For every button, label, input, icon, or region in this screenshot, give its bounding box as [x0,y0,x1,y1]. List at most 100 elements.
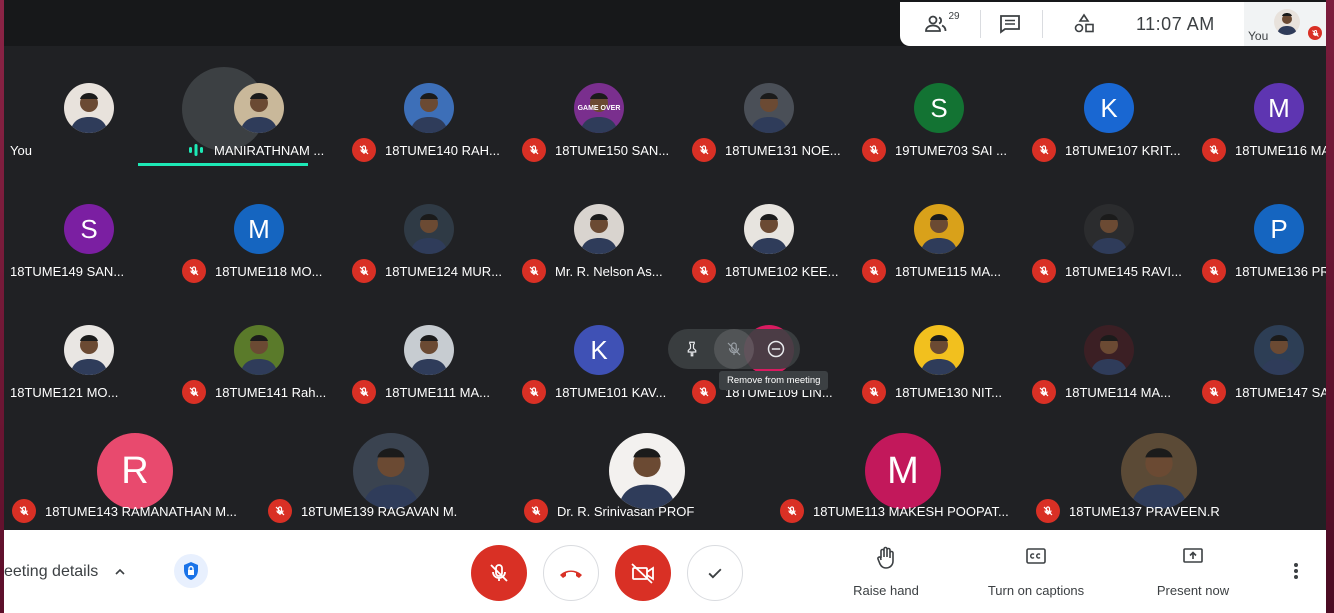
muted-indicator [522,380,546,404]
raise-hand-button[interactable]: Raise hand [846,546,926,598]
mic-off-icon [1209,266,1219,276]
divider [980,10,981,38]
mic-off-icon [787,506,797,516]
participant-name: 18TUME131 NOE... [725,142,841,158]
participant-tile[interactable]: P 18TUME136 PRA... [1194,167,1326,288]
participant-avatar: M [234,204,284,254]
hang-up-icon [560,570,582,578]
participant-tile[interactable]: 18TUME139 RAGAVAN M. [260,409,516,530]
shapes-icon [1074,13,1094,33]
name-row: 18TUME111 MA... [344,380,514,404]
name-row: 18TUME149 SAN... [4,259,174,283]
participant-tile[interactable]: 18TUME140 RAH... [344,46,514,167]
participant-avatar [914,325,964,375]
participant-tile[interactable]: 18TUME130 NIT... [854,288,1024,409]
name-row: 18TUME113 MAKESH POOPAT... [772,499,1009,523]
avatar-caption: GAME OVER [577,104,621,112]
present-screen-icon [1183,548,1203,563]
pin-button[interactable] [672,329,712,369]
leave-call-button[interactable] [543,545,599,601]
shield-lock-icon [184,562,198,580]
meeting-clock: 11:07 AM [1136,13,1215,34]
mic-off-icon [490,564,508,582]
more-options-button[interactable] [1286,558,1306,584]
participant-avatar [234,83,284,133]
security-button[interactable] [174,554,208,588]
name-row: Mr. R. Nelson As... [514,259,684,283]
person-photo-icon [744,204,794,254]
participant-name: 18TUME101 KAV... [555,384,667,400]
meeting-info-panel: 29 11:07 AM You [900,2,1326,46]
present-now-button[interactable]: Present now [1148,546,1238,598]
participant-tile[interactable]: 18TUME114 MA... [1024,288,1194,409]
participant-tile[interactable]: K 18TUME101 KAV... [514,288,684,409]
participant-tile[interactable]: GAME OVER 18TUME150 SAN... [514,46,684,167]
chat-button[interactable] [990,2,1030,46]
participant-tile[interactable]: 18TUME131 NOE... [684,46,854,167]
participant-avatar [404,325,454,375]
screen-edge-right [1326,0,1334,613]
confirm-button[interactable] [687,545,743,601]
remove-participant-button[interactable] [756,329,796,369]
name-row: 18TUME130 NIT... [854,380,1024,404]
self-avatar [1274,9,1300,35]
muted-indicator [522,138,546,162]
participant-tile[interactable]: M 18TUME113 MAKESH POOPAT... [772,409,1028,530]
camera-toggle-button[interactable] [615,545,671,601]
muted-indicator [1032,380,1056,404]
participant-tile[interactable]: 18TUME111 MA... [344,288,514,409]
person-photo-icon [574,204,624,254]
participant-tile[interactable]: MANIRATHNAM ... [174,46,344,167]
participant-avatar: K [574,325,624,375]
person-photo-icon [914,204,964,254]
participant-name: 18TUME107 KRIT... [1065,142,1181,158]
name-row: 18TUME141 Rah... [174,380,344,404]
participant-tile[interactable]: 18TUME115 MA... [854,167,1024,288]
participant-tile[interactable]: You [4,46,174,167]
muted-indicator [352,259,376,283]
participant-tile[interactable]: K 18TUME107 KRIT... [1024,46,1194,167]
participant-name: Mr. R. Nelson As... [555,263,663,279]
participant-tile[interactable]: 18TUME145 RAVI... [1024,167,1194,288]
mic-off-icon [869,266,879,276]
name-row: 18TUME147 SAI... [1194,380,1326,404]
participant-avatar [64,325,114,375]
participant-avatar [1084,325,1134,375]
more-vertical-icon [1294,563,1298,579]
participant-tile[interactable]: 18TUME102 KEE... [684,167,854,288]
participant-name: 18TUME121 MO... [10,384,119,400]
captions-icon [1026,548,1046,564]
participant-avatar [1254,325,1304,375]
participant-tile[interactable]: Dr. R. Srinivasan PROF [516,409,772,530]
participant-tile[interactable]: M 18TUME116 MA... [1194,46,1326,167]
muted-indicator [1032,138,1056,162]
people-button[interactable]: 29 [914,2,970,46]
activities-button[interactable] [1064,2,1104,46]
person-photo-icon [1084,325,1134,375]
participant-name: 18TUME147 SAI... [1235,384,1326,400]
participant-tile[interactable]: 18TUME137 PRAVEEN.R [1028,409,1284,530]
muted-indicator [692,138,716,162]
participant-tile[interactable]: 18TUME147 SAI... [1194,288,1326,409]
participant-tile[interactable]: M 18TUME118 MO... [174,167,344,288]
mute-participant-button[interactable] [714,329,754,369]
self-preview[interactable]: You [1244,2,1326,46]
mic-off-icon [529,387,539,397]
name-row: 18TUME116 MA... [1194,138,1326,162]
participant-tile[interactable]: 18TUME124 MUR... [344,167,514,288]
participant-tile[interactable]: S 19TUME703 SAI ... [854,46,1024,167]
participant-tile[interactable]: Mr. R. Nelson As... [514,167,684,288]
captions-button[interactable]: Turn on captions [980,546,1092,598]
name-row: MANIRATHNAM ... [174,138,344,162]
participant-tile[interactable]: 18TUME121 MO... [4,288,174,409]
chevron-up-icon [115,568,125,575]
participant-name: 18TUME114 MA... [1065,384,1171,400]
participant-tile[interactable]: S 18TUME149 SAN... [4,167,174,288]
muted-indicator [268,499,292,523]
microphone-toggle-button[interactable] [471,545,527,601]
participant-name: 18TUME118 MO... [215,263,323,279]
participant-tile[interactable]: R 18TUME143 RAMANATHAN M... [4,409,260,530]
participant-tile[interactable]: 18TUME141 Rah... [174,288,344,409]
tile-hover-controls [668,329,800,369]
meeting-details-toggle[interactable]: eeting details [4,530,128,613]
